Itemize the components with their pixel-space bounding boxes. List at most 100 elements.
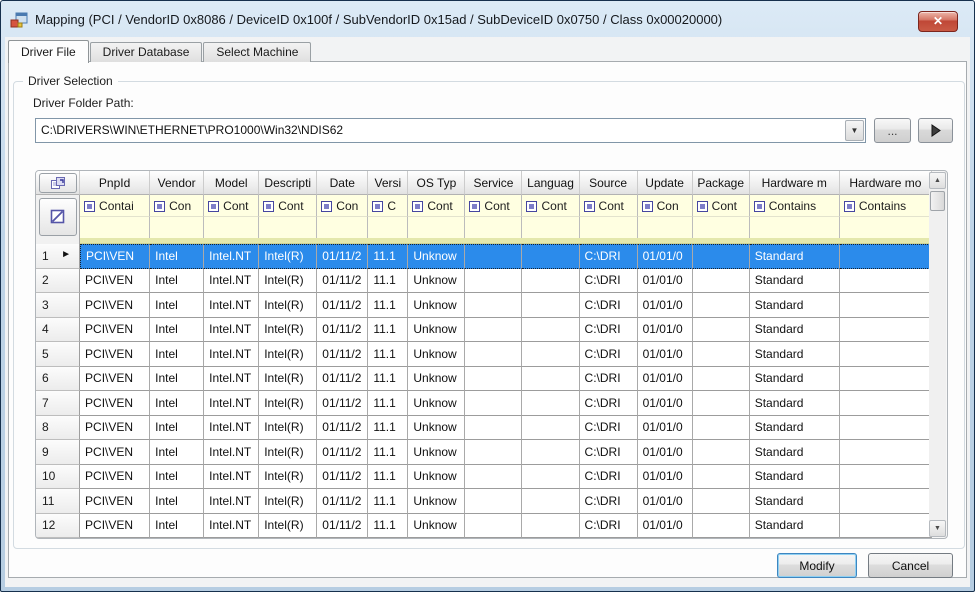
filter-condition-icon[interactable] — [526, 201, 537, 212]
grid-cell[interactable]: Intel.NT — [204, 489, 259, 514]
filter-condition-icon[interactable] — [754, 201, 765, 212]
filter-operator-cell-versi[interactable]: C — [368, 195, 408, 217]
grid-cell[interactable]: Intel(R) — [259, 244, 317, 269]
grid-row-6[interactable]: 6PCI\VENIntelIntel.NTIntel(R)01/11/211.1… — [36, 367, 932, 392]
grid-cell[interactable]: Unknow — [408, 293, 465, 318]
grid-cell[interactable] — [522, 367, 579, 392]
filter-operator-cell-service[interactable]: Cont — [465, 195, 522, 217]
grid-cell[interactable]: Standard — [750, 514, 840, 539]
filter-operator-cell-update[interactable]: Con — [638, 195, 693, 217]
grid-cell[interactable]: Standard — [750, 269, 840, 294]
grid-cell[interactable]: Standard — [750, 489, 840, 514]
filter-operator-cell-model[interactable]: Cont — [204, 195, 259, 217]
filter-value-cell-service[interactable] — [465, 217, 522, 238]
grid-cell[interactable] — [840, 367, 932, 392]
grid-cell[interactable]: Intel — [150, 367, 204, 392]
grid-cell[interactable]: PCI\VEN — [80, 416, 150, 441]
row-header-4[interactable]: 4 — [36, 318, 80, 343]
filter-condition-icon[interactable] — [154, 201, 165, 212]
grid-cell[interactable] — [522, 416, 579, 441]
grid-cell[interactable]: PCI\VEN — [80, 342, 150, 367]
grid-cell[interactable] — [465, 440, 522, 465]
grid-cell[interactable]: Intel — [150, 440, 204, 465]
grid-cell[interactable]: Unknow — [408, 416, 465, 441]
field-chooser-button[interactable] — [39, 173, 77, 193]
grid-cell[interactable]: Unknow — [408, 391, 465, 416]
row-header-1[interactable]: 1► — [36, 244, 80, 269]
grid-cell[interactable]: Intel(R) — [259, 342, 317, 367]
grid-cell[interactable]: Intel(R) — [259, 318, 317, 343]
grid-cell[interactable] — [522, 489, 579, 514]
modify-button[interactable]: Modify — [777, 553, 857, 578]
grid-cell[interactable]: 11.1 — [368, 416, 408, 441]
grid-cell[interactable] — [693, 416, 750, 441]
grid-cell[interactable]: C:\DRI — [580, 367, 638, 392]
grid-cell[interactable] — [840, 489, 932, 514]
grid-cell[interactable]: 01/11/2 — [317, 440, 368, 465]
grid-cell[interactable]: 11.1 — [368, 465, 408, 490]
column-header-hardware-m[interactable]: Hardware m — [750, 171, 840, 195]
grid-cell[interactable]: 01/01/0 — [638, 391, 693, 416]
grid-cell[interactable]: Intel(R) — [259, 367, 317, 392]
grid-cell[interactable]: Standard — [750, 367, 840, 392]
grid-cell[interactable]: Intel — [150, 391, 204, 416]
grid-cell[interactable] — [840, 269, 932, 294]
filter-value-cell-languag[interactable] — [522, 217, 579, 238]
grid-row-5[interactable]: 5PCI\VENIntelIntel.NTIntel(R)01/11/211.1… — [36, 342, 932, 367]
grid-row-11[interactable]: 11PCI\VENIntelIntel.NTIntel(R)01/11/211.… — [36, 489, 932, 514]
grid-cell[interactable]: 01/11/2 — [317, 465, 368, 490]
grid-cell[interactable] — [693, 489, 750, 514]
column-header-source[interactable]: Source — [580, 171, 638, 195]
scroll-up-button[interactable]: ▲ — [929, 172, 946, 189]
scroll-down-button[interactable]: ▼ — [929, 520, 946, 537]
grid-cell[interactable]: Unknow — [408, 342, 465, 367]
filter-operator-cell-os-typ[interactable]: Cont — [408, 195, 465, 217]
grid-cell[interactable]: C:\DRI — [580, 244, 638, 269]
grid-cell[interactable]: 01/01/0 — [638, 318, 693, 343]
filter-value-cell-versi[interactable] — [368, 217, 408, 238]
column-header-service[interactable]: Service — [465, 171, 522, 195]
column-header-pnpid[interactable]: PnpId — [80, 171, 150, 195]
browse-button[interactable]: ... — [874, 118, 911, 143]
grid-cell[interactable]: PCI\VEN — [80, 391, 150, 416]
filter-condition-icon[interactable] — [697, 201, 708, 212]
grid-cell[interactable] — [840, 440, 932, 465]
filter-value-cell-vendor[interactable] — [150, 217, 204, 238]
row-header-11[interactable]: 11 — [36, 489, 80, 514]
grid-row-10[interactable]: 10PCI\VENIntelIntel.NTIntel(R)01/11/211.… — [36, 465, 932, 490]
grid-cell[interactable]: 11.1 — [368, 342, 408, 367]
filter-operator-cell-date[interactable]: Con — [317, 195, 368, 217]
grid-cell[interactable]: 01/11/2 — [317, 416, 368, 441]
grid-cell[interactable]: Intel(R) — [259, 465, 317, 490]
grid-cell[interactable] — [465, 367, 522, 392]
column-header-languag[interactable]: Languag — [522, 171, 579, 195]
grid-cell[interactable]: Intel.NT — [204, 269, 259, 294]
grid-cell[interactable]: Intel.NT — [204, 440, 259, 465]
grid-cell[interactable] — [693, 465, 750, 490]
grid-cell[interactable]: Unknow — [408, 367, 465, 392]
grid-cell[interactable] — [522, 440, 579, 465]
filter-condition-icon[interactable] — [642, 201, 653, 212]
grid-cell[interactable]: Standard — [750, 416, 840, 441]
grid-cell[interactable]: Standard — [750, 342, 840, 367]
grid-cell[interactable] — [522, 514, 579, 539]
grid-row-7[interactable]: 7PCI\VENIntelIntel.NTIntel(R)01/11/211.1… — [36, 391, 932, 416]
grid-cell[interactable]: C:\DRI — [580, 391, 638, 416]
column-header-os-typ[interactable]: OS Typ — [408, 171, 465, 195]
grid-cell[interactable] — [465, 269, 522, 294]
filter-operator-cell-pnpid[interactable]: Contai — [80, 195, 150, 217]
grid-cell[interactable]: Intel(R) — [259, 269, 317, 294]
grid-cell[interactable] — [522, 391, 579, 416]
grid-cell[interactable]: Standard — [750, 244, 840, 269]
grid-cell[interactable] — [465, 391, 522, 416]
vertical-scrollbar[interactable]: ▲ ▼ — [929, 172, 946, 537]
filter-condition-icon[interactable] — [263, 201, 274, 212]
grid-cell[interactable] — [693, 391, 750, 416]
grid-cell[interactable]: Intel(R) — [259, 391, 317, 416]
grid-cell[interactable]: 01/01/0 — [638, 367, 693, 392]
grid-cell[interactable]: PCI\VEN — [80, 318, 150, 343]
driver-folder-path-combobox[interactable]: C:\DRIVERS\WIN\ETHERNET\PRO1000\Win32\ND… — [35, 118, 866, 143]
row-header-9[interactable]: 9 — [36, 440, 80, 465]
grid-cell[interactable] — [522, 318, 579, 343]
tab-driver-database[interactable]: Driver Database — [90, 42, 203, 62]
